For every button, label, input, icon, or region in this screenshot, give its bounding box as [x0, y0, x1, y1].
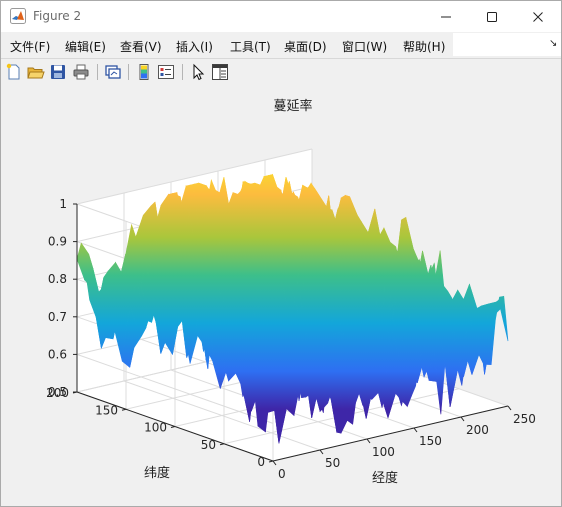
- menu-bar: 文件(F) 编辑(E) 查看(V) 插入(I) 工具(T) 桌面(D) 窗口(W…: [1, 32, 561, 57]
- menu-insert[interactable]: 插入(I): [176, 38, 213, 55]
- x-axis-label: 经度: [372, 470, 398, 486]
- menu-help[interactable]: 帮助(H): [403, 38, 445, 55]
- matlab-logo-icon: [10, 8, 26, 24]
- edit-plot-icon[interactable]: [189, 63, 207, 81]
- z-tick-label: 0.9: [48, 235, 67, 249]
- figure-window: Figure 2 文件(F) 编辑(E) 查看(V) 插入(I) 工具(T) 桌…: [0, 0, 562, 507]
- menu-bar-fill: [453, 33, 561, 56]
- x-tick-label: 50: [325, 456, 340, 470]
- x-tick-mark: [272, 460, 277, 466]
- y-tick-mark: [170, 426, 176, 428]
- x-tick-mark: [460, 416, 465, 422]
- y-tick-label: 50: [201, 438, 216, 452]
- y-tick-mark: [219, 443, 225, 446]
- z-tick-label: 0.6: [48, 347, 67, 361]
- figure-toolbar: [1, 58, 561, 86]
- window-title: Figure 2: [33, 9, 82, 23]
- surface-plot[interactable]: 0501001502002500501001502000.50.60.70.80…: [1, 85, 561, 506]
- property-inspector-icon[interactable]: [211, 63, 229, 81]
- x-tick-label: 150: [419, 434, 442, 448]
- insert-legend-icon[interactable]: [157, 63, 175, 81]
- z-tick-label: 0.8: [48, 272, 67, 286]
- x-tick-mark: [507, 405, 512, 411]
- surface-face: [495, 295, 509, 342]
- maximize-icon: [487, 11, 497, 22]
- figure-canvas[interactable]: 0 50 100 150 200 250 0 50 100 150 200 0.5 0.6 0.7 0.8 0…: [1, 85, 561, 506]
- toolbar-separator: [97, 64, 98, 80]
- insert-colorbar-icon[interactable]: [135, 63, 153, 81]
- menu-edit[interactable]: 编辑(E): [65, 38, 106, 55]
- minimize-button[interactable]: [423, 1, 469, 32]
- dock-arrow-icon[interactable]: ↘: [549, 38, 557, 49]
- y-tick-mark: [121, 408, 127, 411]
- minimize-icon: [441, 16, 451, 17]
- x-tick-label: 200: [466, 423, 489, 437]
- menu-window[interactable]: 窗口(W): [342, 38, 387, 55]
- x-tick-mark: [319, 449, 324, 455]
- title-bar[interactable]: Figure 2: [1, 1, 561, 32]
- x-tick-mark: [413, 427, 418, 433]
- x-tick-label: 250: [513, 412, 536, 426]
- y-tick-label: 0: [257, 455, 265, 469]
- x-tick-label: 0: [278, 467, 286, 481]
- link-plot-icon[interactable]: [104, 63, 122, 81]
- close-icon: [533, 11, 543, 22]
- z-tick-label: 0.7: [48, 310, 67, 324]
- open-file-icon[interactable]: [27, 63, 45, 81]
- menu-tools[interactable]: 工具(T): [230, 38, 271, 55]
- maximize-button[interactable]: [469, 1, 515, 32]
- toolbar-separator: [182, 64, 183, 80]
- new-figure-icon[interactable]: [5, 63, 23, 81]
- save-icon[interactable]: [49, 63, 67, 81]
- y-tick-label: 100: [144, 421, 167, 435]
- x-tick-label: 100: [372, 445, 395, 459]
- z-tick-label: 1: [59, 197, 67, 211]
- chart-title: 蔓延率: [273, 98, 312, 114]
- menu-file[interactable]: 文件(F): [10, 38, 50, 55]
- y-axis-label: 纬度: [144, 465, 170, 481]
- toolbar-separator: [128, 64, 129, 80]
- print-icon[interactable]: [72, 63, 90, 81]
- x-tick-mark: [366, 438, 371, 444]
- menu-desktop[interactable]: 桌面(D): [284, 38, 327, 55]
- y-tick-label: 150: [95, 403, 118, 417]
- y-tick-mark: [268, 460, 274, 463]
- close-button[interactable]: [515, 1, 561, 32]
- menu-view[interactable]: 查看(V): [120, 38, 162, 55]
- z-tick-label: 0.5: [48, 385, 67, 399]
